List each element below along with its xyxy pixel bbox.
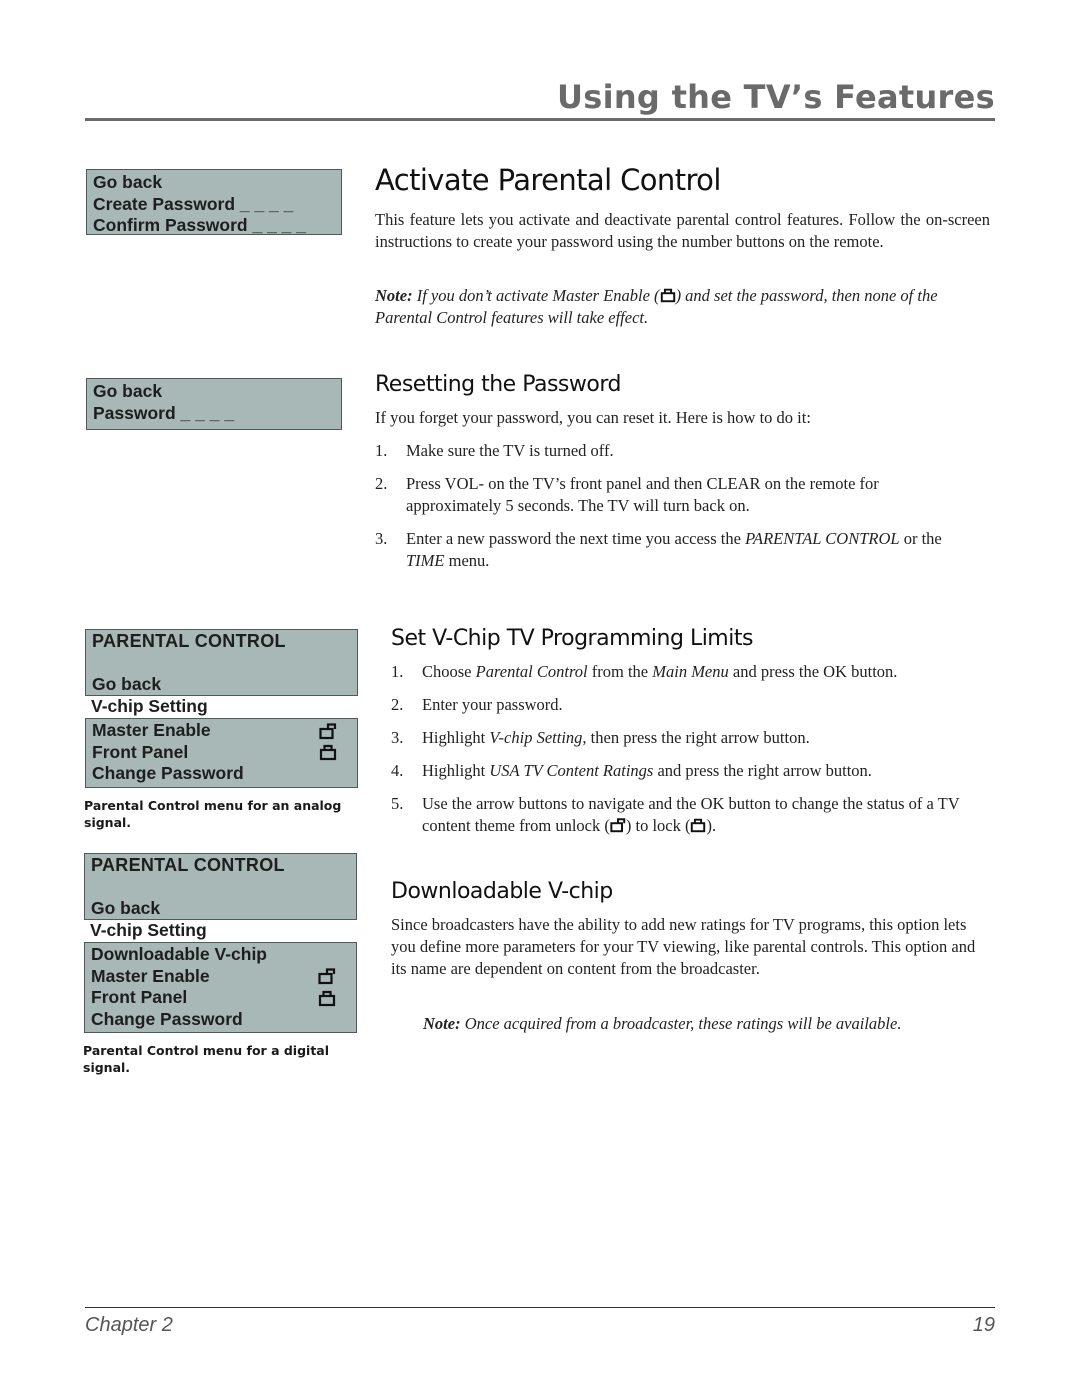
unlock-icon — [318, 967, 336, 985]
list-item: 1. Choose Parental Control from the Main… — [391, 661, 991, 683]
downloadable-note: Note: Once acquired from a broadcaster, … — [423, 1013, 913, 1035]
downloadable-body: Since broadcasters have the ability to a… — [391, 915, 976, 978]
step-text: Choose Parental Control from the Main Me… — [422, 662, 898, 681]
list-item: 2. Press VOL- on the TV’s front panel an… — [375, 473, 965, 517]
list-item: 2. Enter your password. — [391, 694, 991, 716]
digital-menu-caption: Parental Control menu for a digital sign… — [83, 1043, 330, 1075]
menu-item-create-password: Create Password _ _ _ _ — [93, 193, 294, 214]
step-number: 2. — [391, 695, 404, 714]
page-number: 19 — [972, 1314, 995, 1336]
menu-item-downloadable-vchip: Downloadable V-chip — [91, 944, 350, 966]
menu-item-label: Master Enable — [92, 720, 211, 740]
menu-item-go-back: Go back — [92, 673, 162, 694]
list-item: 3. Highlight V-chip Setting, then press … — [391, 727, 991, 749]
menu-item-change-password: Change Password — [91, 1009, 350, 1031]
step-number: 3. — [375, 529, 388, 548]
footer-chapter: Chapter 2 — [85, 1314, 173, 1336]
analog-menu-caption: Parental Control menu for an analog sign… — [84, 798, 342, 830]
menu-item-change-password: Change Password — [92, 763, 351, 785]
menu-item-vchip-setting-selected: V-chip Setting — [90, 920, 207, 940]
list-item: 5. Use the arrow buttons to navigate and… — [391, 793, 991, 837]
lock-icon — [319, 743, 337, 761]
menu-item-front-panel: Front Panel — [92, 742, 351, 764]
lock-icon — [690, 817, 706, 833]
menu-item-label: Front Panel — [91, 987, 188, 1007]
step-number: 3. — [391, 728, 404, 747]
digital-parental-control-menu: PARENTAL CONTROL Go back V-chip Setting … — [84, 853, 357, 1033]
menu-item-label: Front Panel — [92, 741, 189, 762]
menu-item-label: Change Password — [92, 763, 244, 783]
step-text: Highlight V-chip Setting, then press the… — [422, 728, 810, 747]
activate-heading: Activate Parental Control — [375, 163, 721, 197]
menu-title: PARENTAL CONTROL — [92, 631, 286, 651]
reset-steps: 1. Make sure the TV is turned off. 2. Pr… — [375, 440, 965, 583]
list-item: 1. Make sure the TV is turned off. — [375, 440, 965, 462]
vchip-heading: Set V-Chip TV Programming Limits — [391, 626, 753, 651]
activate-note: Note: If you don’t activate Master Enabl… — [375, 285, 990, 328]
note-label: Note: — [375, 286, 413, 305]
step-text: Enter a new password the next time you a… — [406, 529, 942, 570]
reset-intro: If you forget your password, you can res… — [375, 408, 811, 427]
step-number: 4. — [391, 761, 404, 780]
lock-icon — [660, 287, 676, 303]
menu-item-go-back: Go back — [93, 381, 163, 401]
page-header-title: Using the TV’s Features — [556, 78, 995, 116]
menu-item-vchip-setting-selected: V-chip Setting — [91, 696, 208, 716]
enter-password-menu: Go back Password _ _ _ _ — [86, 378, 342, 430]
step-number: 2. — [375, 474, 388, 493]
lock-icon — [318, 989, 336, 1007]
reset-heading: Resetting the Password — [375, 372, 621, 397]
create-password-menu: Go back Create Password _ _ _ _ Confirm … — [86, 169, 342, 235]
list-item: 4. Highlight USA TV Content Ratings and … — [391, 760, 991, 782]
step-text: Highlight USA TV Content Ratings and pre… — [422, 761, 872, 780]
unlock-icon — [319, 722, 337, 740]
activate-body: This feature lets you activate and deact… — [375, 210, 990, 251]
note-text: Once acquired from a broadcaster, these … — [460, 1014, 902, 1033]
step-number: 5. — [391, 794, 404, 813]
step-text: Use the arrow buttons to navigate and th… — [422, 794, 960, 835]
note-label: Note: — [423, 1014, 461, 1033]
unlock-icon — [610, 817, 626, 833]
menu-item-go-back: Go back — [93, 172, 163, 192]
step-number: 1. — [375, 441, 388, 460]
note-text: If you don’t activate Master Enable ( — [412, 286, 660, 305]
analog-parental-control-menu: PARENTAL CONTROL Go back V-chip Setting … — [85, 629, 358, 788]
step-text: Enter your password. — [422, 695, 563, 714]
menu-item-confirm-password: Confirm Password _ _ _ _ — [93, 215, 306, 235]
menu-item-master-enable: Master Enable — [91, 966, 350, 988]
menu-item-label: Master Enable — [91, 965, 210, 986]
menu-item-front-panel: Front Panel — [91, 987, 350, 1009]
header-divider — [85, 118, 995, 121]
list-item: 3. Enter a new password the next time yo… — [375, 528, 965, 572]
vchip-steps: 1. Choose Parental Control from the Main… — [391, 661, 991, 848]
menu-item-label: Downloadable V-chip — [91, 944, 267, 964]
step-number: 1. — [391, 662, 404, 681]
menu-item-label: Change Password — [91, 1008, 243, 1029]
menu-item-go-back: Go back — [91, 897, 161, 918]
step-text: Press VOL- on the TV’s front panel and t… — [406, 474, 879, 515]
menu-title: PARENTAL CONTROL — [91, 855, 285, 875]
downloadable-heading: Downloadable V-chip — [391, 879, 613, 904]
step-text: Make sure the TV is turned off. — [406, 441, 614, 460]
menu-item-password: Password _ _ _ _ — [93, 402, 235, 423]
menu-item-master-enable: Master Enable — [92, 720, 351, 742]
footer-divider — [85, 1307, 995, 1308]
